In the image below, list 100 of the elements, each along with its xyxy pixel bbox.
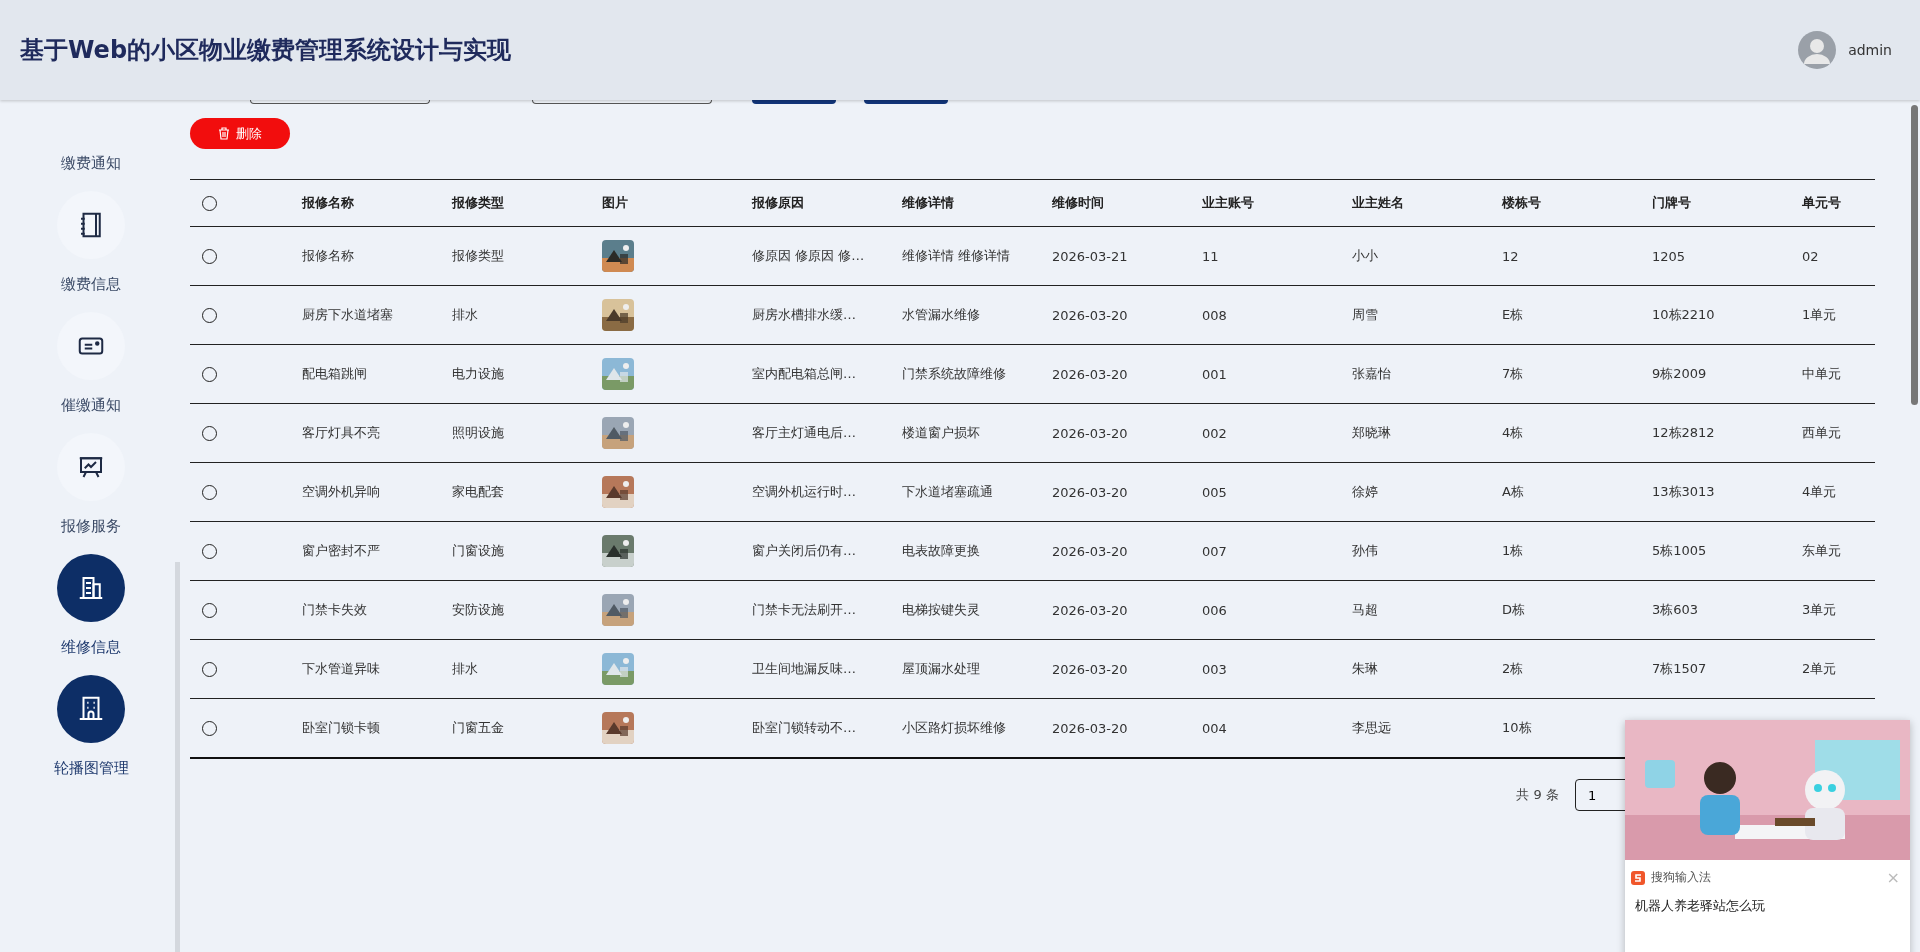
table-cell-text: 排水 [452,660,479,678]
user-name[interactable]: admin [1848,42,1892,58]
menu-label[interactable]: 缴费信息 [61,275,121,294]
table-cell-text: 02 [1802,248,1820,264]
table-cell-text: 维修详情 维修详情 [902,247,1012,265]
table-cell-text: 2026-03-20 [1052,307,1129,323]
table-cell-text: 东单元 [1802,542,1842,560]
table-cell-text: 4单元 [1802,483,1838,501]
popup-message[interactable]: 机器人养老驿站怎么玩 [1625,891,1910,921]
table-cell-text: 排水 [452,306,479,324]
table-cell-text: 电力设施 [452,365,505,383]
table-cell-text: 水管漏水维修 [902,306,981,324]
table-cell-text: 5栋1005 [1652,542,1708,560]
table-cell-text: 窗户密封不严 [302,542,381,560]
table-cell-text: 空调外机运行时… [752,483,857,501]
table-cell-text: 001 [1202,366,1228,382]
column-header: 业主姓名 [1352,194,1405,212]
menu-label[interactable]: 缴费通知 [61,154,121,173]
table-cell-text: 1205 [1652,248,1687,264]
table-cell-text: 2026-03-20 [1052,366,1129,382]
table-cell-text: 12栋2812 [1652,424,1716,442]
table-cell-text: 2栋 [1502,660,1525,678]
column-header: 报修原因 [752,194,805,212]
column-header: 维修时间 [1052,194,1105,212]
table-cell-text: 朱琳 [1352,660,1379,678]
table-cell-text: E栋 [1502,306,1525,324]
table-cell-text: 006 [1202,602,1228,618]
table-cell-text: 13栋3013 [1652,483,1716,501]
table-cell-text: 徐婷 [1352,483,1379,501]
table-cell-text: 002 [1202,425,1228,441]
table-cell-text: 报修名称 [302,247,355,265]
table-cell-text: 中单元 [1802,365,1842,383]
table-cell-text: 小小 [1352,247,1379,265]
table-cell-text: 4栋 [1502,424,1525,442]
column-header: 业主账号 [1202,194,1255,212]
table-cell-text: 9栋2009 [1652,365,1708,383]
table-cell-text: 空调外机异响 [302,483,381,501]
scrollbar-thumb[interactable] [1911,105,1918,405]
table-cell-text: 11 [1202,248,1220,264]
table-cell-text: 12 [1502,248,1520,264]
table-cell-text: 家电配套 [452,483,505,501]
table-cell-text: 卫生间地漏反味… [752,660,857,678]
app-title: 基于Web的小区物业缴费管理系统设计与实现 [20,35,512,66]
table-cell-text: 10栋 [1502,719,1533,737]
table-cell-text: 电表故障更换 [902,542,981,560]
table-cell-text: 门窗五金 [452,719,505,737]
table-cell-text: 安防设施 [452,601,505,619]
table-cell-text: 周雪 [1352,306,1379,324]
table-cell-text: D栋 [1502,601,1526,619]
column-header: 报修名称 [302,194,355,212]
table-cell-text: 楼道窗户损坏 [902,424,981,442]
column-header: 图片 [602,194,629,212]
table-cell-text: 2026-03-20 [1052,720,1129,736]
table-cell-text: 门窗设施 [452,542,505,560]
table-cell-text: 2026-03-20 [1052,543,1129,559]
table-cell-text: 门禁卡失效 [302,601,368,619]
table-cell-text: 客厅主灯通电后… [752,424,857,442]
column-header: 单元号 [1802,194,1842,212]
app-logo-icon [1631,870,1645,885]
table-cell-text: 门禁系统故障维修 [902,365,1007,383]
table-cell-text: 卧室门锁卡顿 [302,719,381,737]
table-cell-text: 1单元 [1802,306,1838,324]
table-cell-text: 厨房下水道堵塞 [302,306,394,324]
menu-label[interactable]: 催缴通知 [61,396,121,415]
delete-button[interactable]: 删除 [190,118,290,149]
table-cell-text: 卧室门锁转动不… [752,719,857,737]
table-cell-text: 屋顶漏水处理 [902,660,981,678]
table-cell-text: 李思远 [1352,719,1392,737]
table-cell-text: 10栋2210 [1652,306,1716,324]
table-cell-text: 2026-03-20 [1052,602,1129,618]
table-cell-text: 1栋 [1502,542,1525,560]
app-name: 搜狗输入法 [1651,869,1711,886]
table-cell-text: 2026-03-21 [1052,248,1129,264]
table-cell-text: 008 [1202,307,1228,323]
table-cell-text: 西单元 [1802,424,1842,442]
table-cell-text: 报修类型 [452,247,505,265]
table-cell-text: 小区路灯损坏维修 [902,719,1007,737]
column-header: 报修类型 [452,194,505,212]
table-cell-text: 郑晓琳 [1352,424,1392,442]
table-cell-text: 004 [1202,720,1228,736]
table-cell-text: 电梯按键失灵 [902,601,981,619]
table-cell-text: 7栋1507 [1652,660,1708,678]
table-cell-text: 下水道堵塞疏通 [902,483,994,501]
table-cell-text: A栋 [1502,483,1525,501]
table-cell-text: 2026-03-20 [1052,425,1129,441]
column-header: 楼栋号 [1502,194,1542,212]
table-cell-text: 2单元 [1802,660,1838,678]
table-cell-text: 2026-03-20 [1052,484,1129,500]
table-cell-text: 7栋 [1502,365,1525,383]
table-cell-text: 005 [1202,484,1228,500]
table-cell-text: 007 [1202,543,1228,559]
table-cell-text: 孙伟 [1352,542,1379,560]
menu-label[interactable]: 维修信息 [61,638,121,657]
table-cell-text: 2026-03-20 [1052,661,1129,677]
column-header: 门牌号 [1652,194,1692,212]
total-count: 共 9 条 [1516,786,1559,804]
menu-label[interactable]: 轮播图管理 [53,759,129,778]
table-cell-text: 3栋603 [1652,601,1700,619]
trash-icon [218,127,230,140]
menu-label[interactable]: 报修服务 [61,517,121,536]
